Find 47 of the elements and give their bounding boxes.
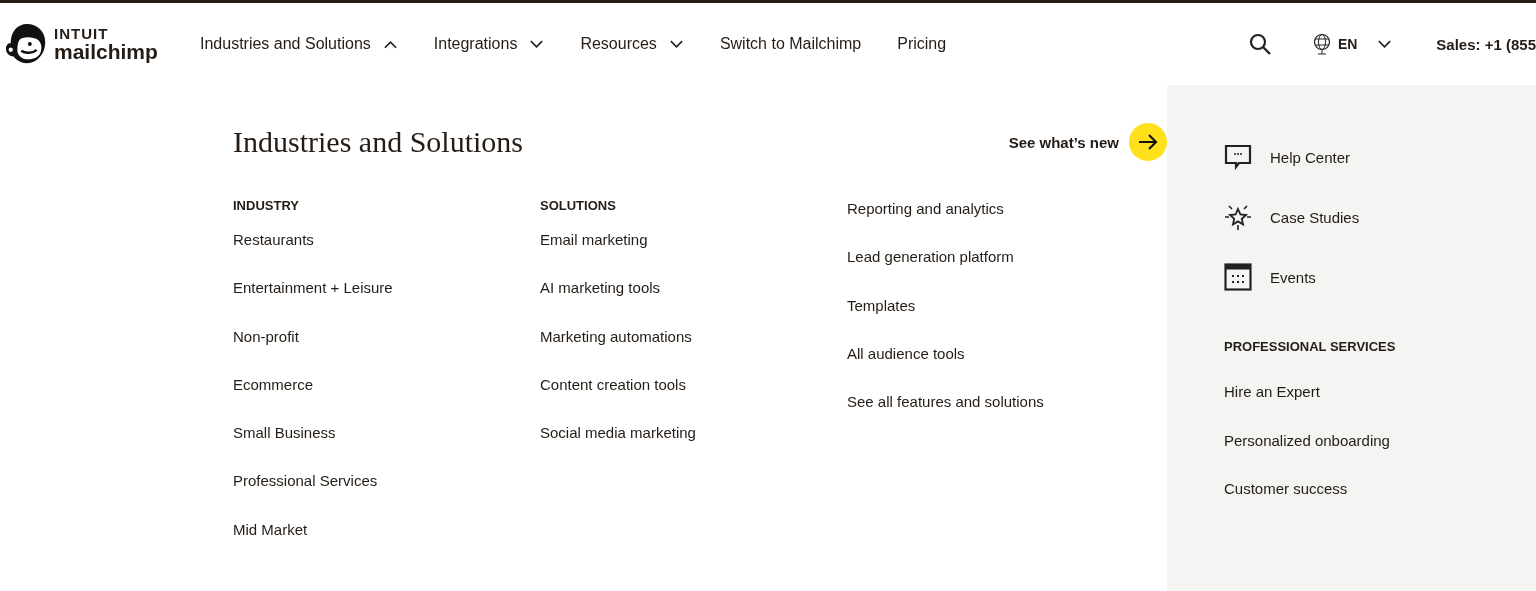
menu-link[interactable]: Professional Services (233, 472, 540, 521)
arrow-right-icon (1129, 123, 1167, 161)
section-heading: PROFESSIONAL SERVICES (1224, 339, 1397, 356)
nav-link[interactable]: Resources (580, 35, 684, 53)
whats-new-link[interactable]: See what’s new (1008, 123, 1167, 161)
column-heading: INDUSTRY (233, 198, 300, 215)
globe-icon (1311, 33, 1332, 55)
menu-link[interactable]: Lead generation platform (847, 248, 1154, 297)
menu-link[interactable]: Ecommerce (233, 375, 540, 425)
service-link[interactable]: Hire an Expert (1224, 383, 1536, 432)
menu-link[interactable]: Reporting and analytics (847, 200, 1154, 249)
caret-icon (529, 39, 545, 49)
service-link[interactable]: Customer success (1224, 480, 1536, 529)
star-burst-icon (1224, 203, 1252, 231)
menu-link[interactable]: All audience tools (847, 344, 1154, 394)
menu-link[interactable]: Small Business (233, 424, 540, 473)
menu-link[interactable]: Restaurants (233, 231, 540, 280)
menu-link[interactable]: Mid Market (233, 520, 540, 570)
nav-link[interactable]: Integrations (433, 35, 545, 53)
caret-icon (1377, 39, 1393, 49)
menu-link[interactable]: Templates (847, 296, 1154, 345)
column-heading: SOLUTIONS (540, 198, 617, 215)
sales-phone-text: Sales: +1 (855 (1436, 35, 1536, 53)
menu-link[interactable]: Content creation tools (540, 375, 847, 425)
menu-title: Industries and Solutions (233, 125, 523, 159)
service-link[interactable]: Personalized onboarding (1224, 431, 1536, 480)
resource-link[interactable]: Case Studies (1270, 208, 1360, 226)
caret-icon (382, 39, 398, 49)
caret-icon (668, 39, 684, 49)
nav-link[interactable]: Pricing (897, 35, 947, 53)
language-selector[interactable]: EN (1311, 33, 1393, 55)
menu-link[interactable]: AI marketing tools (540, 279, 847, 328)
nav-link[interactable]: Industries and Solutions (200, 35, 398, 53)
resource-link[interactable]: Events (1270, 268, 1316, 286)
menu-link[interactable]: Email marketing (540, 231, 847, 280)
nav-link[interactable]: Switch to Mailchimp (719, 35, 862, 53)
search-icon[interactable] (1247, 32, 1272, 56)
menu-link[interactable]: Non-profit (233, 327, 540, 376)
menu-link[interactable]: Social media marketing (540, 424, 847, 473)
calendar-icon (1224, 263, 1252, 291)
resource-link[interactable]: Help Center (1270, 148, 1351, 166)
menu-link[interactable]: Marketing automations (540, 327, 847, 376)
menu-link[interactable]: See all features and solutions (847, 393, 1154, 442)
chat-bubble-icon (1224, 143, 1252, 171)
menu-link[interactable]: Entertainment + Leisure (233, 279, 540, 328)
logo-name-text: mailchimp (54, 41, 158, 62)
logo-brand-text: INTUIT (54, 26, 110, 41)
